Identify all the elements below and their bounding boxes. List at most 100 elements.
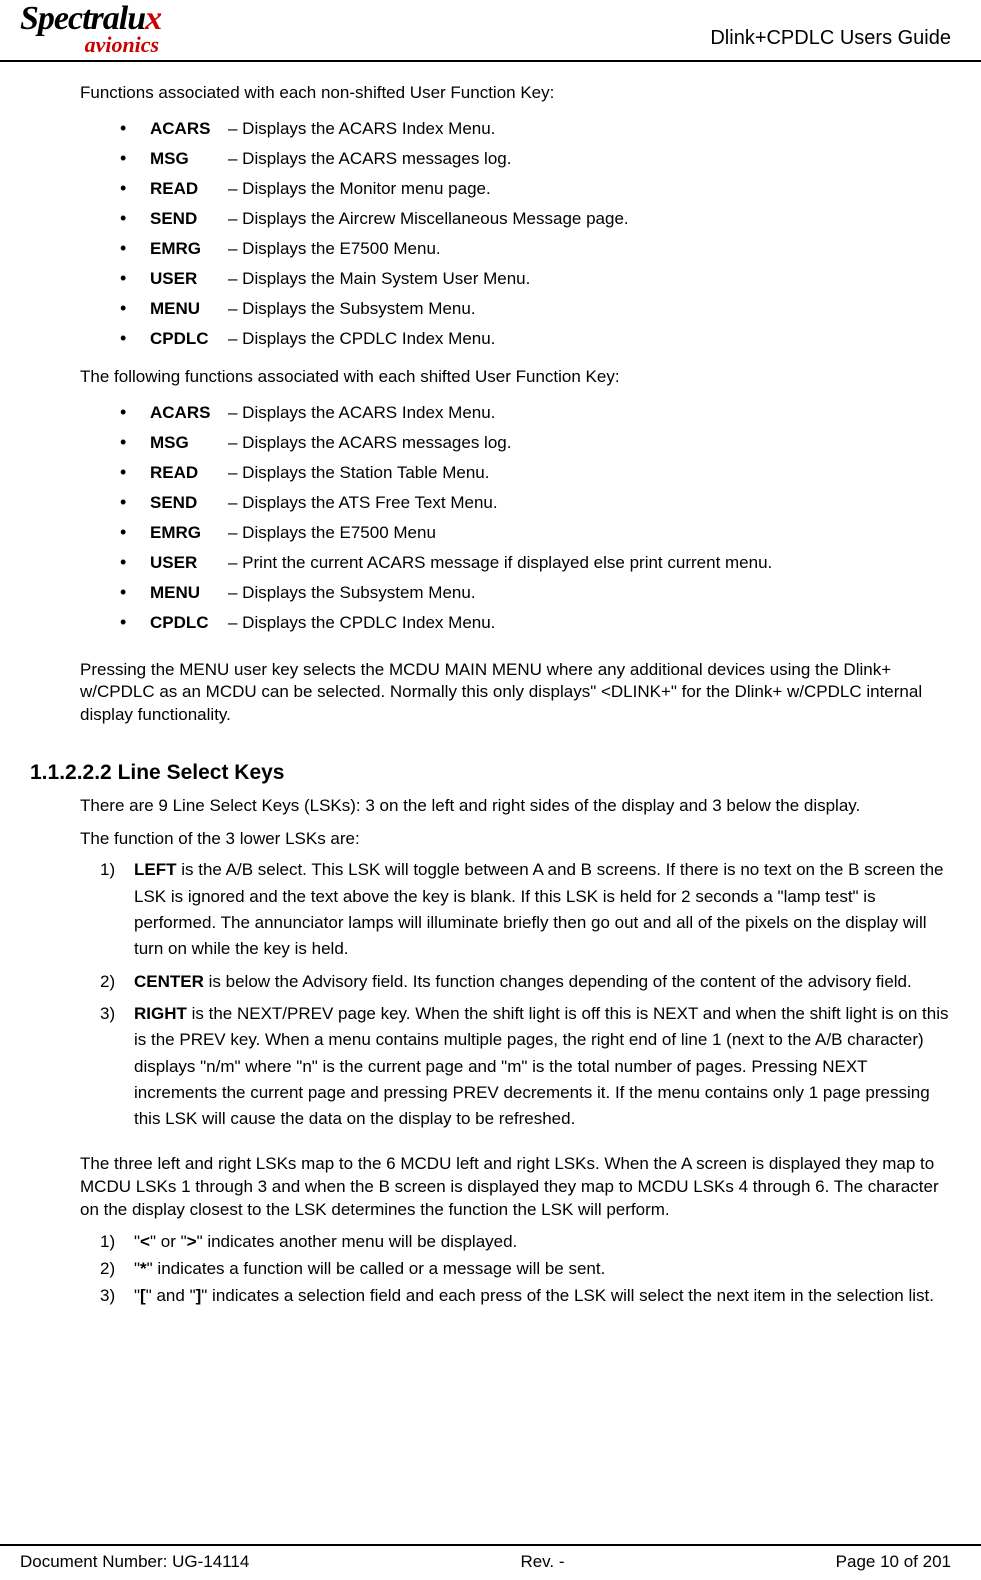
function-key-name: READ	[150, 460, 228, 486]
function-key-desc: – Displays the ACARS Index Menu.	[228, 400, 951, 426]
function-key-name: READ	[150, 176, 228, 202]
function-key-name: USER	[150, 550, 228, 576]
function-key-desc: – Displays the Main System User Menu.	[228, 266, 951, 292]
footer-doc-number: Document Number: UG-14114	[20, 1552, 249, 1572]
intro-nonshifted: Functions associated with each non-shift…	[80, 82, 951, 105]
function-key-name: ACARS	[150, 116, 228, 142]
function-key-item: •READ– Displays the Station Table Menu.	[120, 459, 951, 487]
char-symbol: *	[140, 1259, 147, 1278]
function-key-list-nonshifted: •ACARS– Displays the ACARS Index Menu.•M…	[120, 115, 951, 352]
function-key-desc: – Displays the ACARS messages log.	[228, 430, 951, 456]
function-key-list-shifted: •ACARS– Displays the ACARS Index Menu.•M…	[120, 399, 951, 636]
function-key-item: •ACARS– Displays the ACARS Index Menu.	[120, 115, 951, 143]
lsk-intro: There are 9 Line Select Keys (LSKs): 3 o…	[80, 795, 951, 818]
lsk-item: 1)LEFT is the A/B select. This LSK will …	[100, 857, 951, 962]
bullet-icon: •	[120, 295, 150, 323]
lsk-lead: LEFT	[134, 860, 177, 879]
footer-page-number: Page 10 of 201	[836, 1552, 951, 1572]
bullet-icon: •	[120, 459, 150, 487]
function-key-name: CPDLC	[150, 610, 228, 636]
function-key-desc: – Displays the Subsystem Menu.	[228, 580, 951, 606]
function-key-name: ACARS	[150, 400, 228, 426]
function-key-name: USER	[150, 266, 228, 292]
lsk-item-text: RIGHT is the NEXT/PREV page key. When th…	[134, 1001, 951, 1133]
function-key-desc: – Displays the Station Table Menu.	[228, 460, 951, 486]
footer-revision: Rev. -	[520, 1552, 564, 1572]
lsk-item-text: LEFT is the A/B select. This LSK will to…	[134, 857, 951, 962]
function-key-desc: – Displays the Subsystem Menu.	[228, 296, 951, 322]
function-key-desc: – Print the current ACARS message if dis…	[228, 550, 951, 576]
section-heading: 1.1.2.2.2 Line Select Keys	[30, 761, 951, 785]
function-key-item: •MENU– Displays the Subsystem Menu.	[120, 579, 951, 607]
intro-shifted: The following functions associated with …	[80, 366, 951, 389]
function-key-name: EMRG	[150, 236, 228, 262]
bullet-icon: •	[120, 429, 150, 457]
function-key-desc: – Displays the Aircrew Miscellaneous Mes…	[228, 206, 951, 232]
char-item-text: "*" indicates a function will be called …	[134, 1258, 951, 1281]
char-item-text: "<" or ">" indicates another menu will b…	[134, 1231, 951, 1254]
char-item: 3)"[" and "]" indicates a selection fiel…	[100, 1285, 951, 1308]
function-key-item: •EMRG– Displays the E7500 Menu	[120, 519, 951, 547]
lsk-lead: RIGHT	[134, 1004, 187, 1023]
lsk-item: 3)RIGHT is the NEXT/PREV page key. When …	[100, 1001, 951, 1133]
function-key-name: MENU	[150, 296, 228, 322]
function-key-item: •SEND– Displays the ATS Free Text Menu.	[120, 489, 951, 517]
function-key-name: MSG	[150, 146, 228, 172]
char-symbol: ]	[196, 1286, 202, 1305]
function-key-item: •EMRG– Displays the E7500 Menu.	[120, 235, 951, 263]
bullet-icon: •	[120, 489, 150, 517]
function-key-item: •ACARS– Displays the ACARS Index Menu.	[120, 399, 951, 427]
lsk-func-intro: The function of the 3 lower LSKs are:	[80, 828, 951, 851]
function-key-item: •READ– Displays the Monitor menu page.	[120, 175, 951, 203]
bullet-icon: •	[120, 115, 150, 143]
lsk-lead: CENTER	[134, 972, 204, 991]
bullet-icon: •	[120, 205, 150, 233]
page-header: Spectralux avionics Dlink+CPDLC Users Gu…	[0, 0, 981, 62]
bullet-icon: •	[120, 519, 150, 547]
lower-lsk-list: 1)LEFT is the A/B select. This LSK will …	[100, 857, 951, 1132]
doc-title: Dlink+CPDLC Users Guide	[710, 27, 951, 54]
list-number: 3)	[100, 1001, 134, 1027]
function-key-item: •MSG– Displays the ACARS messages log.	[120, 145, 951, 173]
menu-paragraph: Pressing the MENU user key selects the M…	[80, 659, 951, 728]
function-key-desc: – Displays the E7500 Menu	[228, 520, 951, 546]
list-number: 1)	[100, 857, 134, 883]
page-body: Functions associated with each non-shift…	[0, 62, 981, 1308]
list-number: 3)	[100, 1285, 134, 1308]
lsk-char-list: 1) "<" or ">" indicates another menu wil…	[100, 1231, 951, 1308]
bullet-icon: •	[120, 609, 150, 637]
function-key-name: MSG	[150, 430, 228, 456]
char-symbol: [	[140, 1286, 146, 1305]
bullet-icon: •	[120, 549, 150, 577]
function-key-desc: – Displays the E7500 Menu.	[228, 236, 951, 262]
function-key-item: •SEND– Displays the Aircrew Miscellaneou…	[120, 205, 951, 233]
logo-bottom: avionics	[20, 35, 161, 55]
bullet-icon: •	[120, 325, 150, 353]
char-item: 2) "*" indicates a function will be call…	[100, 1258, 951, 1281]
function-key-name: SEND	[150, 206, 228, 232]
bullet-icon: •	[120, 579, 150, 607]
function-key-item: •CPDLC– Displays the CPDLC Index Menu.	[120, 609, 951, 637]
bullet-icon: •	[120, 265, 150, 293]
function-key-desc: – Displays the ACARS Index Menu.	[228, 116, 951, 142]
function-key-desc: – Displays the ATS Free Text Menu.	[228, 490, 951, 516]
char-item-text: "[" and "]" indicates a selection field …	[134, 1285, 951, 1308]
bullet-icon: •	[120, 175, 150, 203]
function-key-desc: – Displays the Monitor menu page.	[228, 176, 951, 202]
list-number: 2)	[100, 969, 134, 995]
function-key-name: EMRG	[150, 520, 228, 546]
bullet-icon: •	[120, 235, 150, 263]
char-symbol: >	[187, 1232, 197, 1251]
char-item: 1) "<" or ">" indicates another menu wil…	[100, 1231, 951, 1254]
function-key-desc: – Displays the CPDLC Index Menu.	[228, 610, 951, 636]
bullet-icon: •	[120, 399, 150, 427]
list-number: 2)	[100, 1258, 134, 1281]
function-key-name: CPDLC	[150, 326, 228, 352]
char-symbol: <	[140, 1232, 150, 1251]
function-key-item: •USER– Displays the Main System User Men…	[120, 265, 951, 293]
brand-logo: Spectralux avionics	[20, 4, 161, 54]
lsk-map-paragraph: The three left and right LSKs map to the…	[80, 1153, 951, 1222]
function-key-item: •MSG– Displays the ACARS messages log.	[120, 429, 951, 457]
function-key-desc: – Displays the CPDLC Index Menu.	[228, 326, 951, 352]
function-key-name: SEND	[150, 490, 228, 516]
